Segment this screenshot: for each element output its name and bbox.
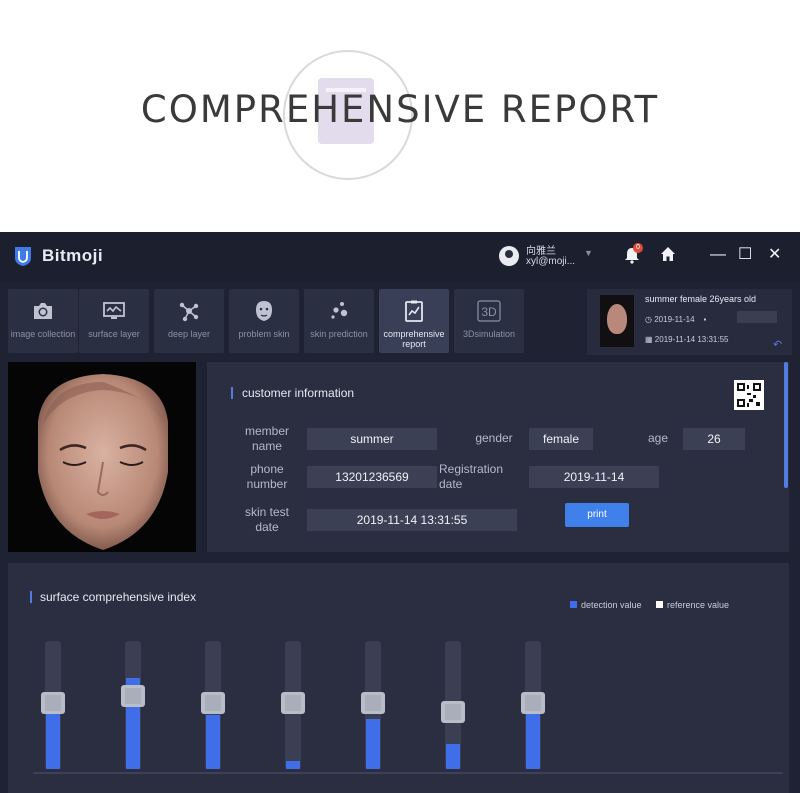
customer-info-panel: customer information member name summer … bbox=[207, 362, 789, 552]
tab-image-collection[interactable]: image collection bbox=[8, 289, 78, 353]
scrollbar[interactable] bbox=[784, 362, 788, 488]
reference-value-marker bbox=[121, 685, 145, 707]
skin-test-label: skin test date bbox=[244, 505, 289, 534]
tab-deep-layer[interactable]: deep layer bbox=[154, 289, 224, 353]
clock-icon: ◷ bbox=[645, 315, 652, 324]
qr-code[interactable] bbox=[734, 380, 764, 410]
legend-reference: reference value bbox=[656, 600, 729, 610]
reference-value-marker bbox=[521, 692, 545, 714]
report-banner: COMPREHENSIVE REPORT bbox=[0, 0, 800, 232]
tab-skin-prediction[interactable]: skin prediction bbox=[304, 289, 374, 353]
tab-3d-simulation[interactable]: 3D 3Dsimulation bbox=[454, 289, 524, 353]
gauge-2 bbox=[121, 641, 145, 771]
gauge-1 bbox=[41, 641, 65, 771]
profile-card: summer female 26years old ◷ 2019-11-14 ▪… bbox=[587, 289, 792, 355]
title-bar: Bitmoji 向雅兰 xyl@moji... ▼ 0 — ☐ ✕ bbox=[0, 232, 800, 282]
detection-swatch bbox=[570, 601, 577, 608]
detection-value-bar bbox=[286, 761, 300, 769]
tab-label: 3Dsimulation bbox=[462, 329, 516, 339]
close-icon[interactable]: ✕ bbox=[768, 246, 781, 264]
app-title: Bitmoji bbox=[42, 246, 104, 265]
phone-icon: ▪ bbox=[696, 315, 707, 324]
face-photo bbox=[8, 362, 196, 552]
detection-value-bar bbox=[446, 744, 460, 769]
gauge-7 bbox=[521, 641, 545, 771]
monitor-wave-icon bbox=[103, 302, 125, 319]
member-name-label: member name bbox=[244, 424, 289, 453]
report-chart-icon bbox=[405, 300, 423, 322]
svg-text:3D: 3D bbox=[481, 305, 497, 319]
gauge-4 bbox=[281, 641, 305, 771]
user-avatar-icon[interactable] bbox=[499, 246, 519, 266]
qr-code-icon bbox=[737, 383, 761, 407]
gender-label: gender bbox=[475, 431, 513, 445]
face-mask-icon bbox=[256, 301, 272, 321]
dots-icon bbox=[331, 302, 348, 319]
phone-label: phone number bbox=[246, 462, 288, 491]
3d-icon: 3D bbox=[477, 300, 501, 322]
detection-value-bar bbox=[206, 715, 220, 769]
maximize-icon[interactable]: ☐ bbox=[738, 246, 752, 264]
tab-label: problem skin bbox=[238, 329, 290, 339]
gauge-5 bbox=[361, 641, 385, 771]
age-field: 26 bbox=[683, 428, 745, 450]
legend-reference-label: reference value bbox=[667, 600, 730, 610]
tab-label: comprehensive report bbox=[383, 329, 445, 349]
logo-shield-icon bbox=[15, 247, 31, 266]
reference-value-marker bbox=[361, 692, 385, 714]
reference-value-marker bbox=[201, 692, 225, 714]
tab-label: deep layer bbox=[167, 329, 211, 339]
legend-detection-label: detection value bbox=[581, 600, 642, 610]
profile-datetime: ▦ 2019-11-14 13:31:55 bbox=[645, 335, 729, 344]
molecule-icon bbox=[179, 302, 199, 322]
legend-detection: detection value bbox=[570, 600, 642, 610]
section-marker bbox=[30, 591, 32, 603]
home-icon[interactable] bbox=[660, 246, 676, 262]
camera-icon bbox=[34, 303, 52, 319]
tab-label: image collection bbox=[10, 329, 76, 339]
surface-index-title: surface comprehensive index bbox=[40, 590, 197, 604]
banner-title: COMPREHENSIVE REPORT bbox=[140, 88, 660, 131]
phone-field: 13201236569 bbox=[307, 466, 437, 488]
chevron-down-icon[interactable]: ▼ bbox=[584, 248, 593, 258]
tab-comprehensive-report[interactable]: comprehensive report bbox=[379, 289, 449, 353]
profile-summary: summer female 26years old bbox=[645, 294, 757, 304]
user-name[interactable]: 向雅兰 bbox=[526, 242, 556, 257]
notification-badge: 0 bbox=[633, 243, 643, 253]
back-icon[interactable]: ↶ bbox=[773, 338, 782, 351]
customer-info-title: customer information bbox=[242, 386, 355, 400]
reference-value-marker bbox=[281, 692, 305, 714]
app-window: Bitmoji 向雅兰 xyl@moji... ▼ 0 — ☐ ✕ image … bbox=[0, 232, 800, 793]
registration-field: 2019-11-14 bbox=[529, 466, 659, 488]
user-email[interactable]: xyl@moji... bbox=[526, 256, 575, 267]
tab-surface-layer[interactable]: surface layer bbox=[79, 289, 149, 353]
tab-label: surface layer bbox=[88, 329, 140, 339]
surface-index-panel: surface comprehensive index detection va… bbox=[8, 563, 789, 793]
detection-value-bar bbox=[366, 719, 380, 769]
gauge-6 bbox=[441, 641, 465, 771]
face-illustration bbox=[38, 374, 168, 550]
gender-field: female bbox=[529, 428, 593, 450]
print-button[interactable]: print bbox=[565, 503, 629, 527]
member-name-field: summer bbox=[307, 428, 437, 450]
registration-label: Registration date bbox=[439, 462, 504, 491]
index-baseline bbox=[33, 772, 783, 774]
tab-problem-skin[interactable]: problem skin bbox=[229, 289, 299, 353]
age-label: age bbox=[647, 431, 669, 445]
profile-date: ◷ 2019-11-14 ▪ bbox=[645, 315, 706, 324]
detection-value-bar bbox=[46, 706, 60, 769]
minimize-icon[interactable]: — bbox=[710, 246, 726, 264]
section-marker bbox=[231, 387, 233, 399]
calendar-icon: ▦ bbox=[645, 335, 653, 344]
tab-label: skin prediction bbox=[310, 329, 368, 339]
reference-swatch bbox=[656, 601, 663, 608]
profile-date-value: 2019-11-14 bbox=[654, 315, 695, 324]
profile-datetime-value: 2019-11-14 13:31:55 bbox=[654, 335, 729, 344]
reference-value-marker bbox=[41, 692, 65, 714]
skin-test-field: 2019-11-14 13:31:55 bbox=[307, 509, 517, 531]
gauge-3 bbox=[201, 641, 225, 771]
redacted-phone bbox=[737, 311, 777, 323]
reference-value-marker bbox=[441, 701, 465, 723]
profile-photo bbox=[600, 295, 634, 347]
